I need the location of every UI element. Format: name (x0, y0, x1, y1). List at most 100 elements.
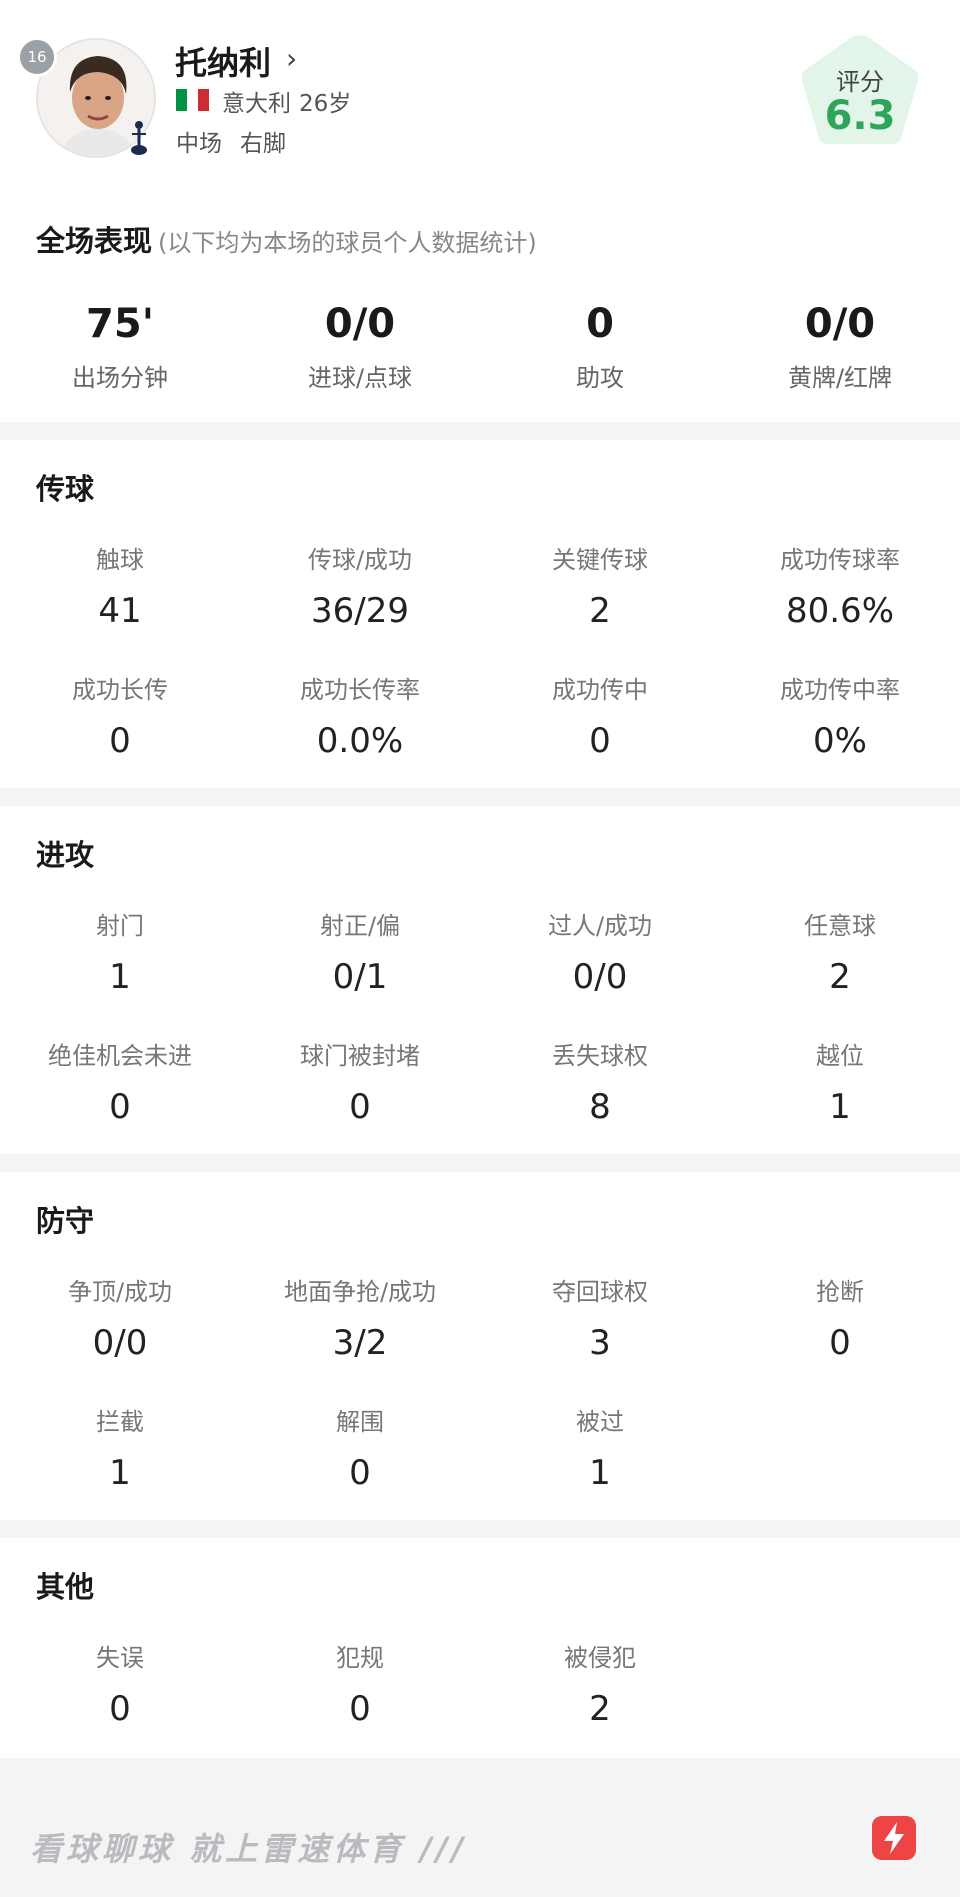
attack-section: 进攻 射门 1 射正/偏 0/1 过人/成功 0/0 任意球 2 绝佳机会未进 0 球门被… (0, 806, 960, 1154)
nationality: 意大利 (222, 91, 291, 117)
stat-label: 失误 (96, 1644, 144, 1672)
stat-value: 0 (109, 721, 131, 761)
stat-label: 成功长传率 (300, 676, 420, 704)
stat-label: 犯规 (336, 1644, 384, 1672)
stat-label: 进球/点球 (307, 364, 413, 392)
stat-label: 绝佳机会未进 (48, 1042, 192, 1070)
stat-item: 过人/成功 0/0 (480, 911, 720, 997)
overall-title-text: 全场表现 (36, 224, 153, 258)
section-title: 防守 (36, 1204, 95, 1238)
stat-label: 出场分钟 (72, 364, 168, 392)
stat-item: 丢失球权 8 (480, 1041, 720, 1127)
stat-value: 41 (98, 591, 142, 631)
stat-value: 0/1 (332, 957, 388, 997)
stat-item: 关键传球 2 (480, 545, 720, 631)
stat-label: 球门被封堵 (300, 1042, 420, 1070)
stat-value: 0 (586, 301, 614, 347)
stat-label: 黄牌/红牌 (787, 364, 893, 392)
stat-label: 丢失球权 (552, 1042, 648, 1070)
stat-value: 0/0 (324, 301, 396, 347)
stat-label: 抢断 (816, 1278, 864, 1306)
stat-item: 射正/偏 0/1 (240, 911, 480, 997)
stat-value: 0/0 (572, 957, 628, 997)
stat-value: 0 (349, 1087, 371, 1127)
stat-item: 成功长传率 0.0% (240, 675, 480, 761)
stat-assists: 0 助攻 (480, 300, 720, 393)
footer-banner: 看球聊球 就上雷速体育 /// (0, 1780, 960, 1897)
player-header: 16 托纳利 › 意大利 26岁 中场 右脚 评分 6.3 (0, 0, 960, 222)
stat-minutes: 75' 出场分钟 (0, 300, 240, 393)
stat-item: 被过 1 (480, 1407, 720, 1493)
stat-value: 0 (829, 1323, 851, 1363)
stat-item: 抢断 0 (720, 1277, 960, 1363)
stat-label: 越位 (816, 1042, 864, 1070)
stat-label: 被侵犯 (564, 1644, 636, 1672)
stat-value: 1 (589, 1453, 611, 1493)
rating-label: 评分 (836, 68, 884, 96)
stat-value: 0 (109, 1087, 131, 1127)
stat-label: 成功传中率 (780, 676, 900, 704)
overall-section: 全场表现 (以下均为本场的球员个人数据统计) 75' 出场分钟 0/0 进球/点球… (0, 190, 960, 422)
chevron-right-icon[interactable]: › (286, 42, 297, 75)
stat-item: 任意球 2 (720, 911, 960, 997)
stat-value: 3 (589, 1323, 611, 1363)
stat-item: 失误 0 (0, 1643, 240, 1729)
stat-item: 触球 41 (0, 545, 240, 631)
overall-title: 全场表现 (以下均为本场的球员个人数据统计) (36, 218, 537, 260)
stat-label: 过人/成功 (547, 912, 653, 940)
stat-value: 0 (349, 1453, 371, 1493)
stat-label: 射门 (96, 912, 144, 940)
stat-item: 拦截 1 (0, 1407, 240, 1493)
club-crest-icon (131, 121, 147, 155)
stat-value: 0/0 (804, 301, 876, 347)
stat-item: 球门被封堵 0 (240, 1041, 480, 1127)
lightning-bolt-icon[interactable] (872, 1816, 916, 1860)
stat-value: 2 (589, 1689, 611, 1729)
stat-label: 传球/成功 (307, 546, 413, 574)
stat-label: 关键传球 (552, 546, 648, 574)
stat-value: 75' (86, 301, 154, 347)
stat-item: 被侵犯 2 (480, 1643, 720, 1729)
preferred-foot: 右脚 (240, 131, 286, 157)
other-section: 其他 失误 0 犯规 0 被侵犯 2 (0, 1538, 960, 1758)
stat-value: 1 (829, 1087, 851, 1127)
rating-value: 6.3 (824, 93, 896, 139)
player-name[interactable]: 托纳利 (175, 38, 271, 84)
position-foot: 中场 右脚 (176, 124, 304, 158)
stat-item: 成功传球率 80.6% (720, 545, 960, 631)
section-title: 其他 (36, 1570, 95, 1604)
section-title: 进攻 (36, 838, 95, 872)
stat-value: 0.0% (316, 721, 404, 761)
stat-label: 夺回球权 (552, 1278, 648, 1306)
stat-item: 成功传中率 0% (720, 675, 960, 761)
stat-item: 犯规 0 (240, 1643, 480, 1729)
stat-label: 地面争抢/成功 (283, 1278, 437, 1306)
stat-value: 1 (109, 1453, 131, 1493)
stat-cards: 0/0 黄牌/红牌 (720, 300, 960, 393)
stat-item: 地面争抢/成功 3/2 (240, 1277, 480, 1363)
stat-label: 任意球 (804, 912, 876, 940)
overall-note: (以下均为本场的球员个人数据统计) (158, 229, 537, 257)
stat-value: 80.6% (785, 591, 894, 631)
stat-value: 0 (589, 721, 611, 761)
stat-label: 成功传球率 (780, 546, 900, 574)
stat-label: 触球 (96, 546, 144, 574)
stat-label: 成功长传 (72, 676, 168, 704)
stat-item: 争顶/成功 0/0 (0, 1277, 240, 1363)
stat-value: 36/29 (311, 591, 409, 631)
stat-label: 射正/偏 (319, 912, 401, 940)
stat-value: 0 (349, 1689, 371, 1729)
stat-label: 争顶/成功 (67, 1278, 173, 1306)
stat-value: 1 (109, 957, 131, 997)
stat-item: 夺回球权 3 (480, 1277, 720, 1363)
stat-item: 绝佳机会未进 0 (0, 1041, 240, 1127)
stat-value: 3/2 (332, 1323, 388, 1363)
stat-value: 2 (829, 957, 851, 997)
stat-item: 解围 0 (240, 1407, 480, 1493)
stat-value: 0% (813, 721, 867, 761)
stat-label: 拦截 (96, 1408, 144, 1436)
player-age: 26岁 (299, 91, 352, 117)
stat-value: 0 (109, 1689, 131, 1729)
stat-value: 0/0 (92, 1323, 148, 1363)
stat-item: 成功长传 0 (0, 675, 240, 761)
